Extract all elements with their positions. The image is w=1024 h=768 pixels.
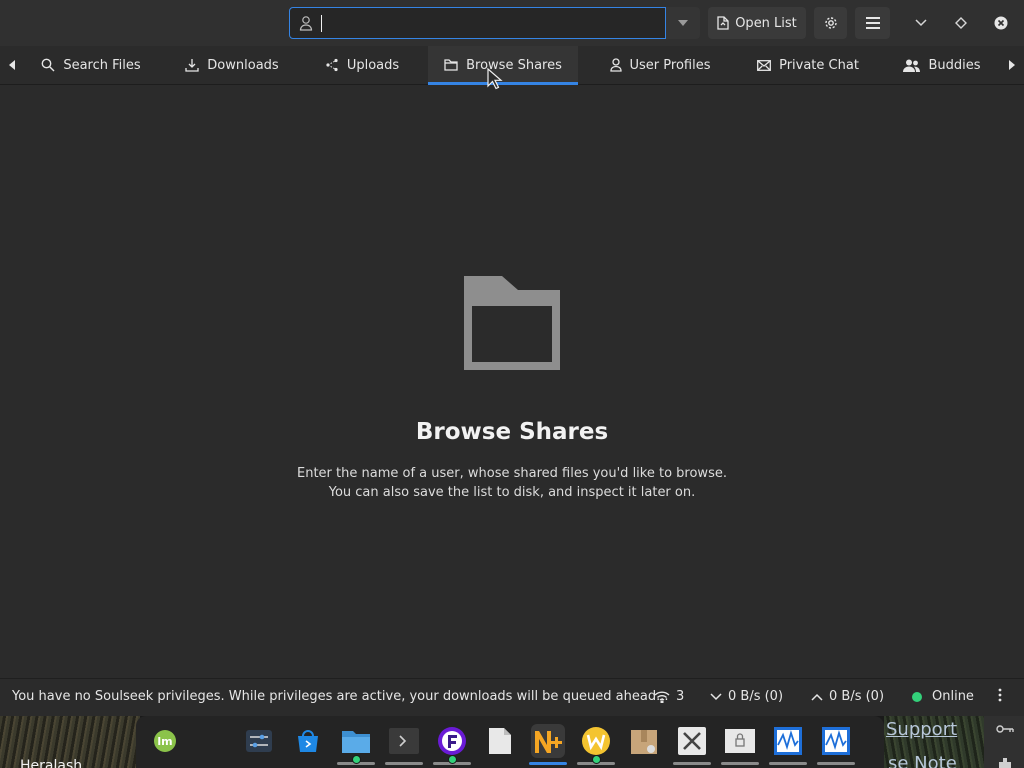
empty-state-description: Enter the name of a user, whose shared f… bbox=[297, 466, 727, 500]
archive-manager-icon[interactable] bbox=[627, 724, 661, 758]
running-indicator bbox=[721, 762, 759, 765]
open-list-button[interactable]: Open List bbox=[708, 7, 806, 39]
chevron-down-icon bbox=[678, 20, 688, 26]
maximize-icon bbox=[955, 17, 967, 29]
nicotine-plus-icon[interactable] bbox=[531, 724, 565, 758]
tab-label: Browse Shares bbox=[466, 57, 562, 73]
mouse-pointer-icon bbox=[487, 68, 503, 90]
tab-scroll-left-button[interactable] bbox=[0, 46, 24, 84]
running-indicator bbox=[673, 762, 711, 765]
text-document-icon[interactable] bbox=[483, 724, 517, 758]
user-icon bbox=[609, 58, 622, 72]
tab-search-files[interactable]: Search Files bbox=[30, 46, 152, 84]
system-tray bbox=[984, 716, 1024, 768]
close-window-button[interactable] bbox=[986, 8, 1016, 38]
warpinator-icon[interactable] bbox=[579, 724, 613, 758]
arrow-left-icon bbox=[9, 60, 15, 70]
running-indicator bbox=[817, 762, 855, 765]
notification-dot bbox=[448, 755, 457, 764]
folder-icon bbox=[464, 276, 560, 370]
tab-label: Search Files bbox=[63, 57, 141, 73]
virtual-machine-icon[interactable] bbox=[819, 724, 853, 758]
flatpak-app-icon[interactable] bbox=[435, 724, 469, 758]
file-open-icon bbox=[717, 16, 729, 30]
username-dropdown-button[interactable] bbox=[666, 7, 700, 39]
tab-scroll-right-button[interactable] bbox=[1000, 46, 1024, 84]
user-icon bbox=[299, 16, 313, 31]
system-monitor-icon[interactable] bbox=[771, 724, 805, 758]
download-speed: 0 B/s (0) bbox=[728, 689, 784, 704]
desktop-label: Heralash bbox=[20, 758, 83, 768]
online-status-dot bbox=[912, 691, 922, 702]
open-list-label: Open List bbox=[735, 15, 797, 31]
chevron-down-icon bbox=[710, 692, 722, 700]
status-bar: You have no Soulseek privileges. While p… bbox=[0, 678, 1024, 716]
search-icon bbox=[41, 58, 55, 72]
software-store-icon[interactable] bbox=[291, 724, 325, 758]
close-icon bbox=[994, 16, 1008, 30]
key-icon[interactable] bbox=[996, 724, 1014, 734]
file-manager-icon[interactable] bbox=[339, 724, 373, 758]
running-indicator-active bbox=[529, 762, 567, 765]
tab-downloads[interactable]: Downloads bbox=[170, 46, 294, 84]
notification-dot bbox=[352, 755, 361, 764]
upload-speed-indicator[interactable]: 0 B/s (0) bbox=[811, 689, 884, 704]
desktop-release-note-link[interactable]: se Note bbox=[888, 753, 957, 768]
x-app-icon[interactable] bbox=[675, 724, 709, 758]
arrow-right-icon bbox=[1009, 60, 1015, 70]
preferences-button[interactable] bbox=[814, 7, 847, 39]
wifi-icon bbox=[654, 690, 670, 703]
tab-label: User Profiles bbox=[629, 57, 711, 73]
main-menu-button[interactable] bbox=[855, 7, 890, 39]
taskbar: Heralash Support se Note lm bbox=[0, 716, 1024, 768]
maximize-window-button[interactable] bbox=[946, 8, 976, 38]
tab-uploads[interactable]: Uploads bbox=[312, 46, 412, 84]
mint-menu-icon[interactable]: lm bbox=[148, 724, 182, 758]
connections-count: 3 bbox=[676, 689, 685, 704]
share-icon bbox=[326, 58, 338, 72]
browse-shares-empty-state: Browse Shares Enter the name of a user, … bbox=[0, 86, 1024, 678]
terminal-icon[interactable] bbox=[387, 724, 421, 758]
lock-app-icon[interactable] bbox=[723, 724, 757, 758]
tray-app-icon[interactable] bbox=[999, 758, 1011, 768]
svg-text:lm: lm bbox=[157, 735, 172, 748]
more-vertical-icon bbox=[998, 688, 1002, 702]
mail-icon bbox=[757, 59, 772, 71]
minimize-window-button[interactable] bbox=[906, 8, 936, 38]
tab-label: Private Chat bbox=[779, 57, 859, 73]
gear-icon bbox=[824, 17, 837, 29]
chevron-up-icon bbox=[811, 693, 823, 701]
tab-browse-shares[interactable]: Browse Shares bbox=[428, 46, 578, 85]
running-indicator bbox=[769, 762, 807, 765]
header-bar: Open List bbox=[0, 0, 1024, 46]
running-indicator bbox=[385, 762, 423, 765]
notification-dot bbox=[592, 755, 601, 764]
username-input[interactable] bbox=[318, 13, 648, 33]
empty-state-title: Browse Shares bbox=[415, 419, 609, 445]
tab-private-chat[interactable]: Private Chat bbox=[742, 46, 874, 84]
tab-bar: Search Files Downloads Uploads Browse Sh… bbox=[0, 46, 1024, 85]
connection-status-label: Online bbox=[932, 689, 974, 704]
connection-status-button[interactable]: Online bbox=[912, 689, 974, 704]
download-icon bbox=[185, 59, 199, 72]
status-message[interactable]: You have no Soulseek privileges. While p… bbox=[12, 689, 669, 704]
status-menu-button[interactable] bbox=[998, 688, 1002, 702]
username-entry[interactable] bbox=[289, 7, 666, 39]
download-speed-indicator[interactable]: 0 B/s (0) bbox=[710, 689, 783, 704]
tab-label: Uploads bbox=[346, 57, 400, 73]
upload-speed: 0 B/s (0) bbox=[829, 689, 885, 704]
tab-label: Buddies bbox=[928, 57, 981, 73]
settings-app-icon[interactable] bbox=[242, 724, 276, 758]
minimize-icon bbox=[915, 19, 927, 27]
text-cursor bbox=[321, 15, 322, 32]
tab-user-profiles[interactable]: User Profiles bbox=[596, 46, 724, 84]
desktop-support-link[interactable]: Support bbox=[886, 719, 957, 740]
hamburger-menu-icon bbox=[865, 17, 880, 29]
users-icon bbox=[903, 59, 921, 72]
tab-buddies[interactable]: Buddies bbox=[892, 46, 992, 84]
tab-label: Downloads bbox=[207, 57, 279, 73]
connections-indicator[interactable]: 3 bbox=[654, 689, 684, 704]
folder-icon bbox=[444, 59, 458, 71]
taskbar-panel: lm bbox=[136, 716, 884, 768]
